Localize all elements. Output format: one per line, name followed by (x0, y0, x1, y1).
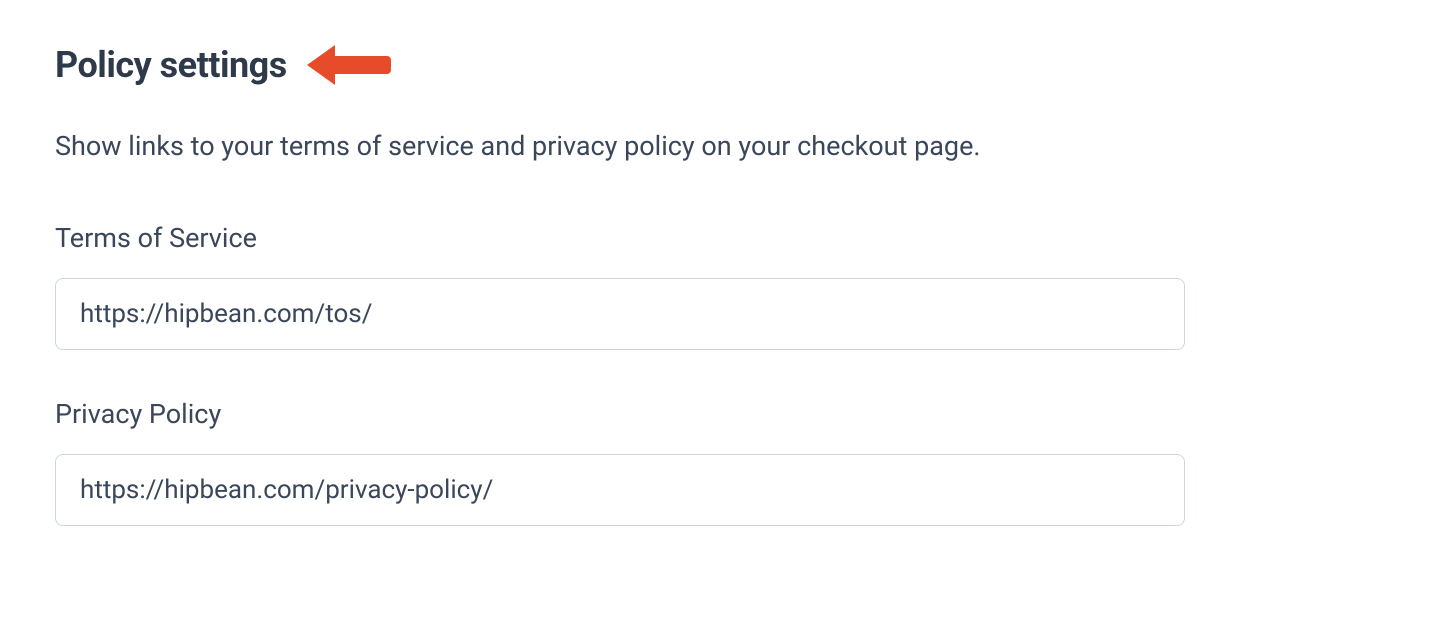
privacy-label: Privacy Policy (55, 398, 1385, 430)
tos-input[interactable] (55, 278, 1185, 350)
privacy-field-group: Privacy Policy (55, 398, 1385, 526)
tos-field-group: Terms of Service (55, 222, 1385, 350)
privacy-input[interactable] (55, 454, 1185, 526)
arrow-left-icon (307, 40, 397, 90)
page-description: Show links to your terms of service and … (55, 130, 1385, 162)
header-row: Policy settings (55, 40, 1385, 90)
tos-label: Terms of Service (55, 222, 1385, 254)
page-title: Policy settings (55, 44, 287, 86)
